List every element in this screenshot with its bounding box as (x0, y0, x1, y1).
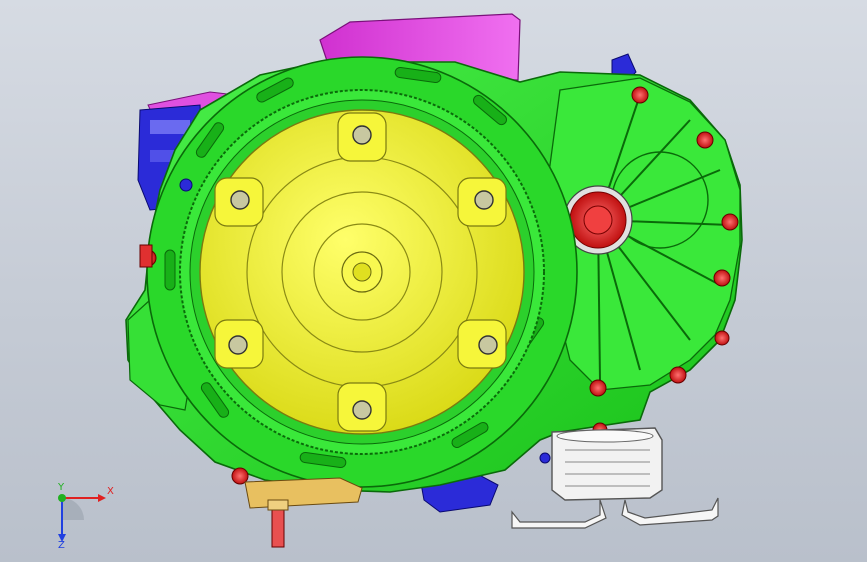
graphics-viewport[interactable]: X Y Z (0, 0, 867, 562)
blue-plug[interactable] (539, 452, 551, 464)
oil-cooler-top (556, 429, 654, 443)
blue-plug[interactable] (179, 178, 193, 192)
y-axis-dot (58, 494, 66, 502)
dipstick-tab[interactable] (139, 244, 153, 268)
cooler-pipe-left[interactable] (511, 499, 607, 529)
sensor-stem[interactable] (271, 504, 285, 548)
converter-pilot-center (352, 262, 372, 282)
transmission-model[interactable] (0, 0, 867, 562)
sensor-connector[interactable] (244, 477, 363, 509)
y-axis-label: Y (57, 482, 65, 493)
cooler-pipe-right[interactable] (621, 497, 719, 526)
triad-shadow (62, 498, 84, 520)
output-shaft-hub (583, 205, 613, 235)
sensor-stem-cap (267, 499, 289, 511)
blue-bracket-detail (150, 120, 190, 134)
x-axis-arrow (98, 494, 106, 502)
z-axis-label: Z (58, 540, 65, 548)
view-triad[interactable]: X Y Z (40, 478, 120, 548)
x-axis-label: X (107, 486, 114, 497)
